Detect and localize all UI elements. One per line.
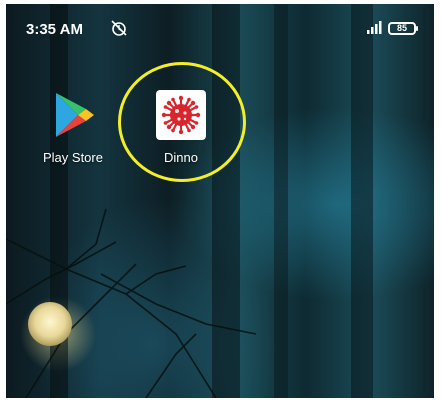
app-play-store[interactable]: Play Store [28, 90, 118, 165]
battery-level: 85 [396, 23, 407, 33]
play-store-icon [48, 90, 98, 140]
clock-time: 3:35 AM [26, 21, 83, 38]
battery-indicator: 85 [388, 22, 416, 35]
alarm-off-icon [110, 19, 128, 42]
highlight-ring [118, 62, 246, 182]
signal-icon [366, 20, 384, 41]
battery-tip [416, 26, 418, 31]
status-bar: 3:35 AM 85 [6, 4, 434, 48]
home-screen: 3:35 AM 85 Play Store Dinno [6, 4, 434, 398]
app-label: Play Store [43, 150, 103, 165]
light-bokeh [28, 302, 72, 346]
